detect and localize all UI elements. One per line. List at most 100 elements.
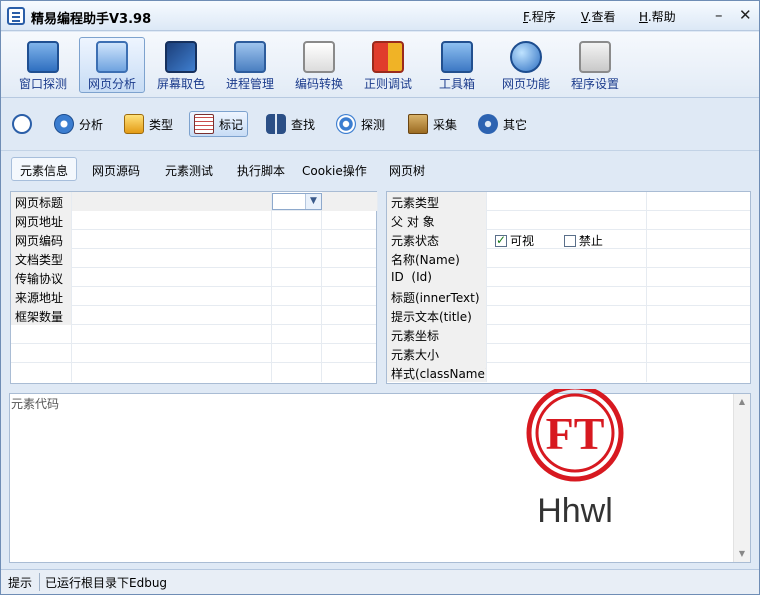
referrer-value[interactable]: [72, 287, 272, 306]
row-label: 名称(Name): [387, 249, 487, 268]
parent-object-value[interactable]: [487, 211, 647, 230]
row-label: 框架数量: [11, 306, 72, 325]
grid-cell: [647, 344, 752, 363]
table-row: 名称(Name): [387, 249, 750, 268]
frame-count-value[interactable]: [72, 306, 272, 325]
grid-cell: [272, 344, 322, 363]
row-label: 文档类型: [11, 249, 72, 268]
page-info-grid: 网页标题 ▼ 网页地址 网页编码 文档类型 传输协议 来源地址 框架数量: [10, 191, 378, 384]
row-label: 传输协议: [11, 268, 72, 287]
table-row: 文档类型: [11, 249, 376, 268]
regex-debug-button[interactable]: 正则调试: [355, 37, 421, 93]
menu-view[interactable]: V.查看: [581, 8, 616, 25]
program-settings-button[interactable]: 程序设置: [562, 37, 628, 93]
coordinates-value[interactable]: [487, 325, 647, 344]
row-label: 样式(className): [387, 363, 487, 382]
table-row: 标题(innerText): [387, 287, 750, 306]
probe-button[interactable]: 探测: [331, 111, 390, 137]
page-url-value[interactable]: [72, 211, 272, 230]
id-value[interactable]: [487, 268, 647, 287]
row-label: 元素类型: [387, 192, 487, 211]
row-label: [11, 325, 72, 344]
scroll-down-icon[interactable]: ▼: [734, 546, 750, 562]
web-function-icon: [510, 41, 542, 73]
element-info-grid: 元素类型 父 对 象 元素状态 可视 禁止 名称(Name) ID (Id): [386, 191, 751, 384]
tab-dom-tree[interactable]: 网页树: [380, 157, 434, 181]
grid-cell: [272, 325, 322, 344]
grid-cell: [272, 249, 322, 268]
watermark-text: Hhwl: [537, 492, 613, 529]
web-function-button[interactable]: 网页功能: [493, 37, 559, 93]
crosshair-button[interactable]: [9, 111, 35, 137]
menu-program[interactable]: F.程序: [523, 8, 556, 25]
page-title-value[interactable]: [72, 192, 272, 211]
probe-icon: [336, 114, 356, 134]
collect-button[interactable]: 采集: [403, 111, 462, 137]
other-button[interactable]: 其它: [473, 111, 532, 137]
menu-help[interactable]: H.帮助: [639, 8, 676, 25]
minimize-button[interactable]: –: [715, 7, 723, 23]
classname-value[interactable]: [487, 363, 647, 382]
close-button[interactable]: ✕: [739, 7, 752, 23]
protocol-value[interactable]: [72, 268, 272, 287]
toolbox-icon: [441, 41, 473, 73]
analyze-button[interactable]: 分析: [49, 111, 108, 137]
title-value[interactable]: [487, 306, 647, 325]
grid-cell: [647, 325, 752, 344]
table-row: 元素状态 可视 禁止: [387, 230, 750, 249]
visible-checkbox[interactable]: [495, 233, 507, 247]
grid-cell: [72, 325, 272, 344]
collect-icon: [408, 114, 428, 134]
disabled-checkbox[interactable]: [563, 235, 576, 247]
table-row: [11, 344, 376, 363]
scroll-up-icon[interactable]: ▲: [734, 394, 750, 410]
grid-cell: [272, 230, 322, 249]
name-value[interactable]: [487, 249, 647, 268]
mark-button[interactable]: 标记: [189, 111, 249, 137]
table-row: 网页地址: [11, 211, 376, 230]
status-bar: 提示 已运行根目录下Edbug: [1, 569, 759, 594]
encoding-convert-icon: [303, 41, 335, 73]
element-state-value: 可视 禁止: [487, 230, 647, 249]
tab-element-info[interactable]: 元素信息: [11, 157, 78, 181]
tab-page-source[interactable]: 网页源码: [83, 157, 149, 181]
find-button[interactable]: 查找: [261, 111, 320, 137]
vertical-scrollbar[interactable]: ▲ ▼: [733, 394, 750, 562]
table-row: [11, 325, 376, 344]
window-detect-button[interactable]: 窗口探测: [10, 37, 76, 93]
table-row: 来源地址: [11, 287, 376, 306]
tab-element-test[interactable]: 元素测试: [156, 157, 222, 181]
table-row: 元素大小: [387, 344, 750, 363]
visible-label: 可视: [510, 234, 535, 248]
window-title: 精易编程助手V3.98: [31, 12, 152, 27]
tab-strip: 元素信息 网页源码 元素测试 执行脚本 Cookie操作 网页树: [1, 154, 759, 186]
table-row: 元素坐标: [387, 325, 750, 344]
grid-cell: [272, 363, 322, 382]
grid-cell: [72, 363, 272, 382]
element-code-textarea[interactable]: 元素代码 ▲ ▼: [9, 393, 751, 563]
page-encoding-value[interactable]: [72, 230, 272, 249]
toolbox-button[interactable]: 工具箱: [424, 37, 490, 93]
tab-cookie[interactable]: Cookie操作: [293, 157, 376, 181]
color-picker-button[interactable]: 屏幕取色: [148, 37, 214, 93]
window-detect-icon: [27, 41, 59, 73]
process-manager-button[interactable]: 进程管理: [217, 37, 283, 93]
element-type-value[interactable]: [487, 192, 647, 211]
grid-cell: [647, 287, 752, 306]
frame-select[interactable]: ▼: [272, 193, 322, 210]
tab-run-script[interactable]: 执行脚本: [228, 157, 294, 181]
size-value[interactable]: [487, 344, 647, 363]
row-label: 元素状态: [387, 230, 487, 249]
main-toolbar: 窗口探测 网页分析 屏幕取色 进程管理 编码转换 正则调试 工具箱 网页功能 程…: [1, 32, 759, 98]
encoding-convert-button[interactable]: 编码转换: [286, 37, 352, 93]
status-label: 提示: [8, 576, 33, 590]
table-row: 框架数量: [11, 306, 376, 325]
web-analysis-button[interactable]: 网页分析: [79, 37, 145, 93]
inner-text-value[interactable]: [487, 287, 647, 306]
grid-cell: [647, 363, 752, 382]
type-icon: [124, 114, 144, 134]
row-label: 来源地址: [11, 287, 72, 306]
doc-type-value[interactable]: [72, 249, 272, 268]
grid-cell: [72, 344, 272, 363]
type-button[interactable]: 类型: [119, 111, 178, 137]
